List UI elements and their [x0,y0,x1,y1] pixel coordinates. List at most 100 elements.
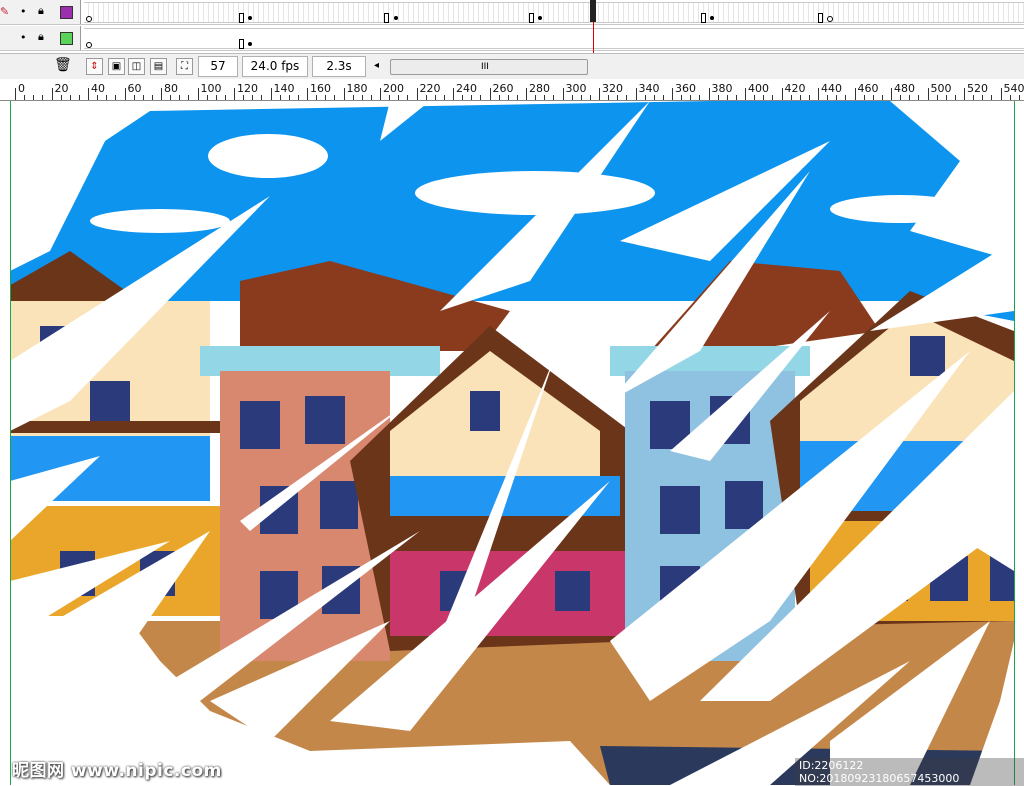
ruler-label: 20 [55,82,69,95]
ruler-minor-tick [33,95,34,100]
ruler-major-tick [964,88,965,100]
timeline-layer-2[interactable]: • 🔒︎ [0,26,1024,51]
ruler-minor-tick [207,95,208,100]
edit-multiple-frames-button[interactable]: ▤ [150,58,167,75]
ruler-minor-tick [736,95,737,100]
scroll-left-icon[interactable]: ◂ [374,60,379,72]
lock-icon[interactable]: 🔒︎ [38,31,44,43]
keyframe[interactable] [394,16,398,20]
center-frame-button[interactable]: ⇕ [86,58,103,75]
ruler-minor-tick [508,95,509,100]
ruler-minor-tick [900,95,901,100]
layer-color-swatch[interactable] [60,32,73,45]
visibility-dot-icon[interactable]: • [20,6,27,18]
ruler-minor-tick [754,95,755,100]
playhead-handle[interactable] [590,0,596,22]
cloud [415,171,655,215]
ruler-minor-tick [298,95,299,100]
ruler-major-tick [453,88,454,100]
ruler-label: 540 [1004,82,1024,95]
empty-keyframe[interactable] [827,16,833,22]
ruler-minor-tick [517,95,518,100]
ruler-minor-tick [1010,95,1011,100]
watermark-site: 昵图网 www.nipic.com [12,756,222,781]
timeline-layer-1[interactable]: ✎ • 🔒︎ [0,0,1024,25]
stage-left-guide [10,101,11,785]
ruler-major-tick [380,88,381,100]
ruler-minor-tick [353,95,354,100]
frame-span-end [384,13,389,23]
keyframe[interactable] [710,16,714,20]
stage-canvas[interactable] [10,101,1014,785]
ruler-minor-tick [499,95,500,100]
ruler-minor-tick [544,95,545,100]
frame-span-end [818,13,823,23]
playhead-line [593,22,594,54]
trash-icon[interactable]: 🗑︎ [54,59,72,71]
pencil-icon[interactable]: ✎ [0,6,9,18]
ruler-minor-tick [24,95,25,100]
ruler-minor-tick [827,95,828,100]
ruler-label: 400 [748,82,769,95]
empty-keyframe[interactable] [86,42,92,48]
visibility-dot-icon[interactable]: • [20,32,27,44]
ruler-label: 60 [128,82,142,95]
ruler-minor-tick [371,95,372,100]
modify-onion-markers-button[interactable]: ⛶ [176,58,193,75]
timeline-control-bar: 🗑︎ ⇕ ▣ ◫ ▤ ⛶ 57 24.0 fps 2.3s ◂ III [0,53,1024,80]
layer-header[interactable]: • 🔒︎ [0,26,81,50]
ruler-minor-tick [188,95,189,100]
ruler-label: 80 [164,82,178,95]
ruler-minor-tick [918,95,919,100]
lock-icon[interactable]: 🔒︎ [38,5,44,17]
scroll-grip[interactable]: III [481,60,489,74]
onion-skin-outlines-button[interactable]: ◫ [128,58,145,75]
ruler-minor-tick [289,95,290,100]
ruler-minor-tick [718,95,719,100]
keyframe[interactable] [248,16,252,20]
ruler-minor-tick [407,95,408,100]
ruler-minor-tick [699,95,700,100]
ruler-major-tick [234,88,235,100]
ruler-minor-tick [435,95,436,100]
ruler-minor-tick [398,95,399,100]
ruler-minor-tick [864,95,865,100]
cloud [208,134,328,178]
ruler-major-tick [672,88,673,100]
ruler-minor-tick [663,95,664,100]
ruler-minor-tick [909,95,910,100]
ruler-label: 480 [894,82,915,95]
ruler-minor-tick [946,95,947,100]
keyframe[interactable] [538,16,542,20]
frame-strip[interactable] [84,2,1024,23]
ruler-minor-tick [681,95,682,100]
frame-strip[interactable] [84,28,1024,49]
ruler-major-tick [15,88,16,100]
ruler-label: 240 [456,82,477,95]
layer-header[interactable]: ✎ • 🔒︎ [0,0,81,24]
ruler-major-tick [636,88,637,100]
timeline-horizontal-scrollbar[interactable]: III [390,59,588,75]
elapsed-time-field[interactable]: 2.3s [312,56,366,77]
layer-color-swatch[interactable] [60,6,73,19]
ruler-minor-tick [572,95,573,100]
ruler-minor-tick [243,95,244,100]
keyframe[interactable] [248,42,252,46]
frame-span-end [239,39,244,49]
ruler-major-tick [271,88,272,100]
frame-span-end [701,13,706,23]
ruler-label: 120 [237,82,258,95]
frame-rate-field[interactable]: 24.0 fps [242,56,308,77]
ruler-label: 200 [383,82,404,95]
frame-span-end [239,13,244,23]
ruler-minor-tick [553,95,554,100]
empty-keyframe[interactable] [86,16,92,22]
ruler-minor-tick [143,95,144,100]
ruler-minor-tick [444,95,445,100]
onion-skin-button[interactable]: ▣ [108,58,125,75]
ruler-major-tick [490,88,491,100]
current-frame-field[interactable]: 57 [198,56,238,77]
ruler-major-tick [417,88,418,100]
ruler-label: 520 [967,82,988,95]
ruler-label: 0 [18,82,25,95]
